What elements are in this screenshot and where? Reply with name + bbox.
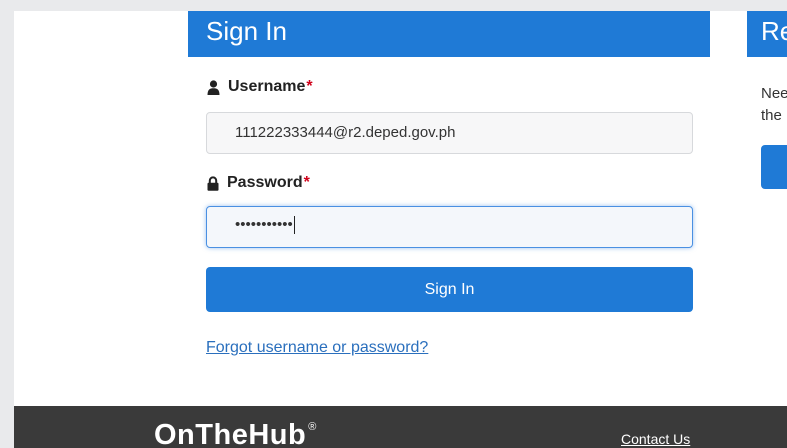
- password-field[interactable]: •••••••••••: [206, 206, 693, 248]
- password-required-mark: *: [303, 174, 310, 191]
- username-required-mark: *: [306, 78, 313, 95]
- register-panel-title: Re: [747, 11, 787, 57]
- lock-icon: [207, 175, 219, 191]
- contact-us-link[interactable]: Contact Us: [621, 431, 690, 447]
- username-label: Username *: [207, 78, 313, 96]
- page: Sign In Re Nee the Username* 11122233344…: [14, 11, 787, 448]
- forgot-credentials-link[interactable]: Forgot username or password?: [206, 339, 428, 357]
- signin-button[interactable]: Sign In: [206, 267, 693, 312]
- register-button[interactable]: [761, 145, 787, 189]
- user-icon: [207, 79, 220, 95]
- text-caret: [293, 216, 295, 235]
- onthehub-logo[interactable]: OnTheHub ®: [154, 419, 317, 448]
- username-field[interactable]: 111222333444@r2.deped.gov.ph: [206, 112, 693, 154]
- registered-mark: ®: [308, 421, 317, 433]
- password-masked-value: •••••••••••: [235, 216, 293, 233]
- register-text-line-2: the: [761, 107, 782, 124]
- logo-text: OnTheHub: [154, 419, 307, 448]
- register-text-line-1: Nee: [761, 85, 787, 102]
- username-label-text: Username: [228, 78, 306, 95]
- footer: OnTheHub ® Contact Us: [14, 406, 787, 448]
- register-panel-text: Nee the: [761, 83, 787, 127]
- password-label: Password *: [207, 174, 310, 192]
- password-label-text: Password: [227, 174, 303, 191]
- signin-panel-title: Sign In: [188, 11, 710, 57]
